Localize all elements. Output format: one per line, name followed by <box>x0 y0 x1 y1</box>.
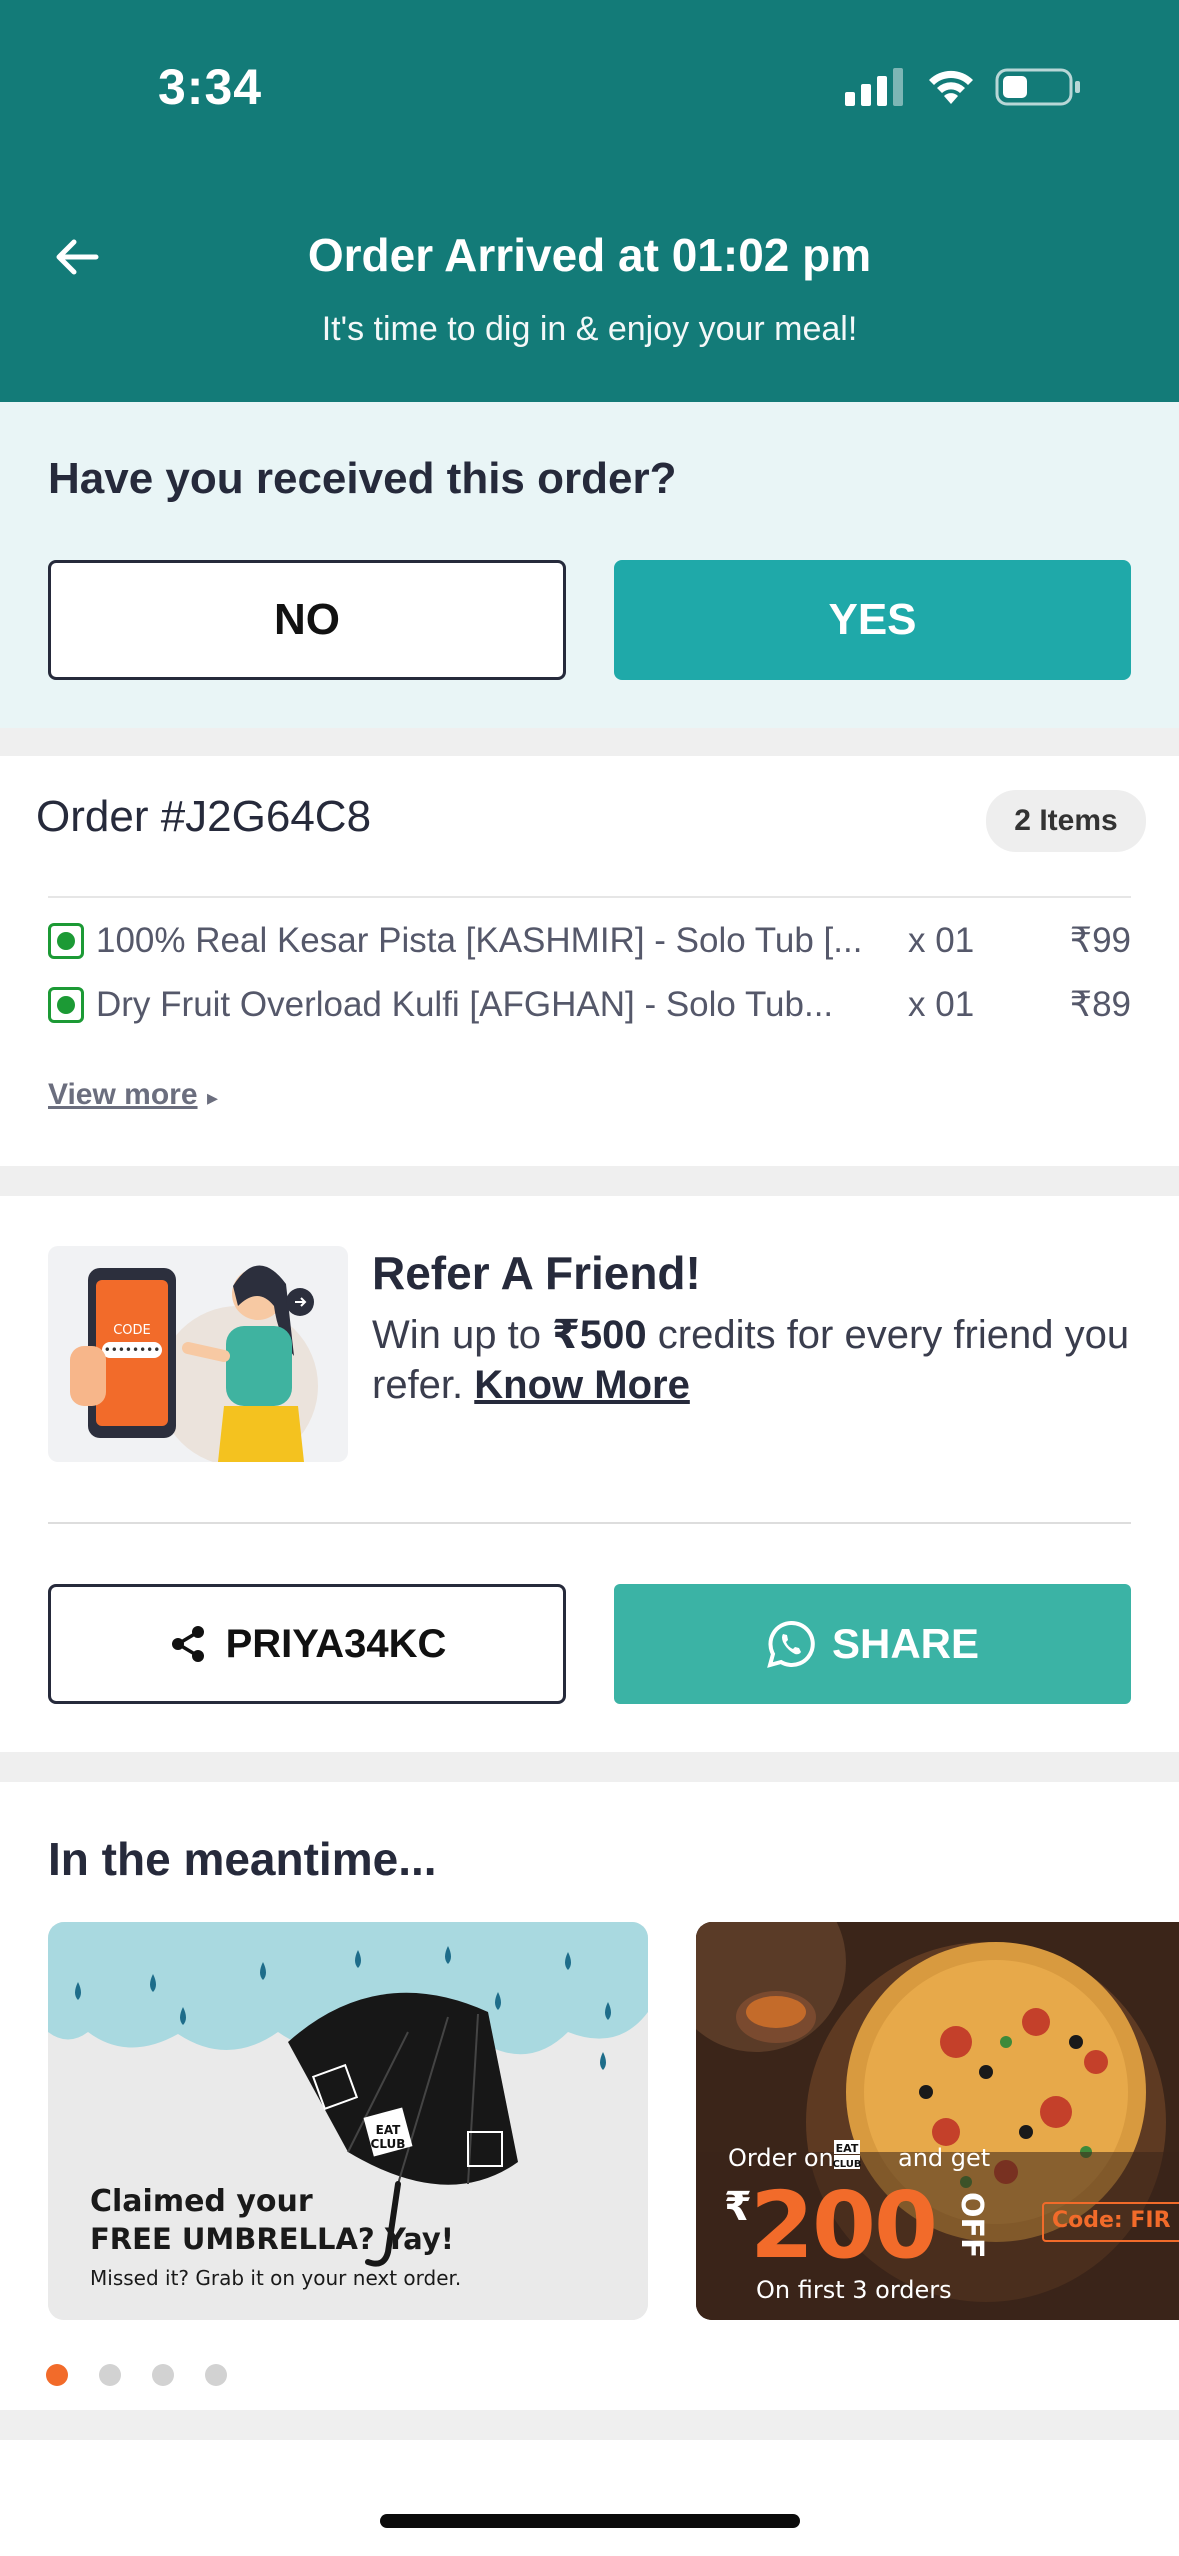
promo-off: OFF <box>954 2192 989 2259</box>
header: 3:34 Order Arrived at 01:02 pm It's time… <box>0 0 1179 402</box>
divider <box>48 896 1131 898</box>
svg-text:••••••••: •••••••• <box>104 1343 161 1357</box>
share-icon <box>171 1626 204 1662</box>
cellular-signal-icon <box>845 68 903 106</box>
carousel-dot[interactable] <box>205 2364 227 2386</box>
item-name: 100% Real Kesar Pista [KASHMIR] - Solo T… <box>96 921 863 960</box>
status-time: 3:34 <box>158 59 263 115</box>
brand-eat-text: EAT <box>836 2142 859 2155</box>
brand-club-text: CLUB <box>832 2159 861 2170</box>
section-divider <box>0 1752 1179 1782</box>
veg-indicator-icon <box>48 923 84 959</box>
no-button[interactable]: NO <box>48 560 566 680</box>
promo-code: Code: FIR <box>1042 2202 1179 2242</box>
yes-button[interactable]: YES <box>614 560 1131 680</box>
divider <box>48 1522 1131 1524</box>
view-more-link[interactable]: View more <box>48 1078 198 1112</box>
order-id: Order #J2G64C8 <box>36 792 372 841</box>
items-count-badge: 2 Items <box>986 790 1146 852</box>
section-divider <box>0 1166 1179 1196</box>
refer-title: Refer A Friend! <box>372 1247 701 1299</box>
share-label: SHARE <box>831 1620 980 1667</box>
refer-friend-illustration-icon: CODE •••••••• <box>70 1265 318 1462</box>
promo-line1-suffix: and get <box>898 2144 991 2172</box>
carousel-dot[interactable] <box>152 2364 174 2386</box>
wifi-icon <box>929 70 973 104</box>
illustration-code-label: CODE <box>113 1323 151 1338</box>
umbrella-promo-card[interactable]: EAT CLUB Claimed your FREE UMBRELLA? Yay… <box>48 1922 648 2320</box>
veg-indicator-icon <box>48 987 84 1023</box>
carousel-dot[interactable] <box>99 2364 121 2386</box>
item-quantity: x 01 <box>908 921 975 960</box>
caret-right-icon: ▸ <box>207 1085 219 1110</box>
promo-line1: Claimed your <box>90 2184 313 2219</box>
refer-amount: ₹500 <box>552 1313 647 1357</box>
promo-line3: Missed it? Grab it on your next order. <box>90 2266 462 2290</box>
home-indicator[interactable] <box>380 2514 800 2528</box>
discount-promo-card[interactable]: EAT CLUB Order on and get ₹ 200 OFF On f… <box>696 1922 1179 2320</box>
section-divider <box>0 728 1179 756</box>
whatsapp-share-button[interactable]: SHARE <box>614 1584 1131 1704</box>
refer-description: Win up to ₹500 credits for every friend … <box>372 1310 1142 1410</box>
item-price: ₹89 <box>1069 985 1131 1024</box>
brand-club-text: CLUB <box>371 2137 406 2151</box>
promo-currency: ₹ <box>724 2184 752 2230</box>
order-item-row: Dry Fruit Overload Kulfi [AFGHAN] - Solo… <box>48 980 1131 1030</box>
promo-line3: On first 3 orders <box>756 2276 952 2304</box>
page-subtitle: It's time to dig in & enjoy your meal! <box>321 310 858 348</box>
umbrella-promo-artwork: EAT CLUB <box>48 1922 648 2320</box>
meantime-title: In the meantime... <box>48 1833 437 1885</box>
carousel-indicator <box>46 2364 258 2386</box>
referral-code: PRIYA34KC <box>225 1621 447 1666</box>
section-divider <box>0 2410 1179 2440</box>
whatsapp-icon <box>767 1620 815 1668</box>
battery-icon <box>995 68 1080 106</box>
confirmation-question: Have you received this order? <box>48 454 677 503</box>
brand-eat-text: EAT <box>376 2123 402 2137</box>
refer-illustration: CODE •••••••• <box>48 1246 348 1462</box>
page-title: Order Arrived at 01:02 pm <box>307 229 872 281</box>
know-more-link[interactable]: Know More <box>474 1363 690 1407</box>
promo-amount: 200 <box>750 2172 938 2279</box>
promo-line2: FREE UMBRELLA? Yay! <box>90 2222 454 2256</box>
order-item-row: 100% Real Kesar Pista [KASHMIR] - Solo T… <box>48 916 1131 966</box>
item-quantity: x 01 <box>908 985 975 1024</box>
carousel-dot[interactable] <box>46 2364 68 2386</box>
referral-code-button[interactable]: PRIYA34KC <box>48 1584 566 1704</box>
item-name: Dry Fruit Overload Kulfi [AFGHAN] - Solo… <box>96 985 834 1024</box>
item-price: ₹99 <box>1069 921 1131 960</box>
refer-desc-prefix: Win up to <box>372 1313 553 1357</box>
promo-line1-prefix: Order on <box>728 2144 834 2172</box>
order-confirmation-section: Have you received this order? NO YES <box>0 402 1179 728</box>
